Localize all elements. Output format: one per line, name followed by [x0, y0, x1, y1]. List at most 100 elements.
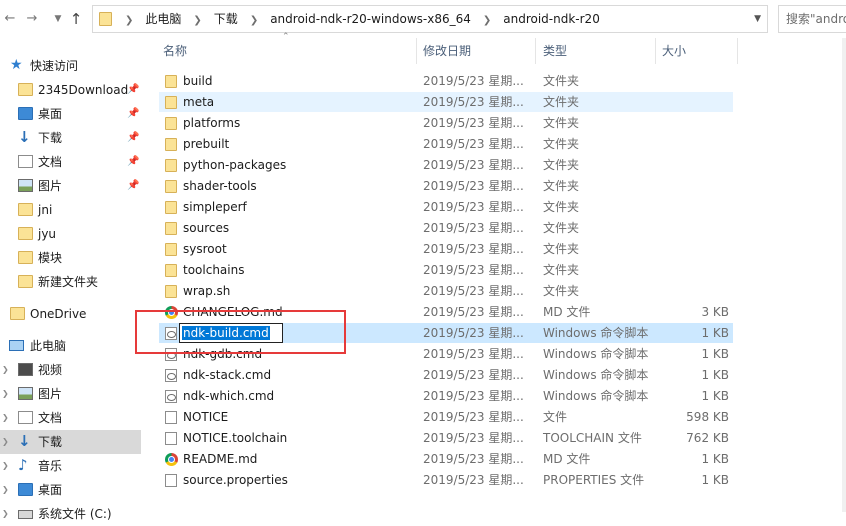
file-date: 2019/5/23 星期...	[423, 137, 524, 151]
breadcrumb: ❯ 此电脑 ❯ 下载 ❯ android-ndk-r20-windows-x86_64 ❯ a…	[113, 6, 600, 32]
folder-icon	[18, 275, 33, 288]
column-header-size[interactable]: 大小	[662, 38, 732, 64]
folder-icon	[18, 251, 33, 264]
sidebar-item-new-folder[interactable]: 新建文件夹	[0, 270, 141, 294]
folder-icon	[165, 201, 177, 214]
file-row[interactable]: shader-tools 2019/5/23 星期... 文件夹	[159, 176, 733, 196]
sidebar-item-onedrive[interactable]: OneDrive	[0, 302, 141, 326]
file-row[interactable]: ndk-stack.cmd 2019/5/23 星期... Windows 命令…	[159, 365, 733, 385]
chevron-right-icon[interactable]: ❯	[2, 358, 9, 382]
breadcrumb-item-ndk-folder[interactable]: android-ndk-r20	[503, 6, 600, 32]
pin-icon[interactable]: 📌	[127, 126, 139, 150]
sidebar-item-quick-access[interactable]: ★ 快速访问	[0, 54, 141, 78]
file-size: 1 KB	[701, 452, 729, 466]
file-name: meta	[183, 95, 215, 109]
sidebar-item-modules[interactable]: 模块	[0, 246, 141, 270]
column-divider[interactable]	[535, 38, 536, 64]
chevron-down-icon[interactable]: ▼	[754, 6, 761, 32]
pin-icon[interactable]: 📌	[127, 150, 139, 174]
sidebar-item-jyu[interactable]: jyu	[0, 222, 141, 246]
file-date: 2019/5/23 星期...	[423, 158, 524, 172]
navigation-pane: ★ 快速访问 2345Download 📌 桌面 📌 ↓ 下载 📌 文档 📌 图…	[0, 52, 141, 521]
file-row[interactable]: README.md 2019/5/23 星期... MD 文件 1 KB	[159, 449, 733, 469]
sidebar-item-pc-downloads[interactable]: ❯ ↓ 下载	[0, 430, 141, 454]
file-row[interactable]: NOTICE.toolchain 2019/5/23 星期... TOOLCHA…	[159, 428, 733, 448]
address-box[interactable]: ❯ 此电脑 ❯ 下载 ❯ android-ndk-r20-windows-x86_64 ❯ a…	[92, 5, 768, 33]
column-divider[interactable]	[416, 38, 417, 64]
file-row[interactable]: source.properties 2019/5/23 星期... PROPER…	[159, 470, 733, 490]
file-size: 762 KB	[686, 431, 729, 445]
folder-icon	[165, 222, 177, 235]
file-date: 2019/5/23 星期...	[423, 284, 524, 298]
chevron-right-icon[interactable]: ❯	[2, 382, 9, 406]
sidebar-item-videos[interactable]: ❯ 视频	[0, 358, 141, 382]
chevron-right-icon[interactable]: ❯	[471, 8, 503, 34]
pin-icon[interactable]: 📌	[127, 102, 139, 126]
file-size: 1 KB	[701, 326, 729, 340]
file-name: platforms	[183, 116, 241, 130]
file-row[interactable]: sources 2019/5/23 星期... 文件夹	[159, 218, 733, 238]
column-divider[interactable]	[655, 38, 656, 64]
chevron-down-icon[interactable]: ▼	[48, 9, 68, 29]
file-row[interactable]: wrap.sh 2019/5/23 星期... 文件夹	[159, 281, 733, 301]
file-row[interactable]: toolchains 2019/5/23 星期... 文件夹	[159, 260, 733, 280]
file-date: 2019/5/23 星期...	[423, 389, 524, 403]
up-arrow-icon[interactable]: ↑	[66, 9, 86, 29]
sidebar-item-system-drive[interactable]: ❯ 系统文件 (C:)	[0, 502, 141, 526]
pin-icon[interactable]: 📌	[127, 174, 139, 198]
chevron-right-icon[interactable]: ❯	[2, 454, 9, 478]
sidebar-item-documents[interactable]: 文档 📌	[0, 150, 141, 174]
file-row[interactable]: python-packages 2019/5/23 星期... 文件夹	[159, 155, 733, 175]
file-name: wrap.sh	[183, 284, 231, 298]
sidebar-item-jni[interactable]: jni	[0, 198, 141, 222]
chevron-right-icon[interactable]: ❯	[113, 8, 145, 34]
file-row[interactable]: sysroot 2019/5/23 星期... 文件夹	[159, 239, 733, 259]
file-name: source.properties	[183, 473, 288, 487]
file-date: 2019/5/23 星期...	[423, 74, 524, 88]
picture-icon	[18, 179, 33, 192]
file-row[interactable]: platforms 2019/5/23 星期... 文件夹	[159, 113, 733, 133]
file-row[interactable]: simpleperf 2019/5/23 星期... 文件夹	[159, 197, 733, 217]
sidebar-item-pc-desktop[interactable]: ❯ 桌面	[0, 478, 141, 502]
search-input[interactable]: 搜索"andro	[778, 5, 846, 33]
sidebar-item-desktop[interactable]: 桌面 📌	[0, 102, 141, 126]
breadcrumb-item-downloads[interactable]: 下载	[214, 6, 238, 32]
music-icon: ♪	[18, 456, 28, 474]
column-header-date[interactable]: 修改日期	[423, 38, 533, 64]
chevron-right-icon[interactable]: ❯	[2, 478, 9, 502]
vertical-scrollbar[interactable]	[842, 38, 846, 512]
column-header-type[interactable]: 类型	[543, 38, 653, 64]
file-size: 1 KB	[701, 473, 729, 487]
sidebar-item-2345download[interactable]: 2345Download 📌	[0, 78, 141, 102]
sidebar-item-pictures[interactable]: 图片 📌	[0, 174, 141, 198]
back-arrow-icon[interactable]: ←	[0, 9, 20, 29]
file-type: 文件夹	[543, 242, 580, 256]
file-type: 文件夹	[543, 179, 580, 193]
file-icon	[165, 474, 177, 487]
sidebar-item-music[interactable]: ❯ ♪ 音乐	[0, 454, 141, 478]
chevron-right-icon[interactable]: ❯	[2, 406, 9, 430]
file-name: ndk-stack.cmd	[183, 368, 272, 382]
column-header-name[interactable]: 名称	[163, 38, 413, 64]
file-icon	[165, 432, 177, 445]
breadcrumb-item-ndk-package[interactable]: android-ndk-r20-windows-x86_64	[270, 6, 471, 32]
file-row[interactable]: prebuilt 2019/5/23 星期... 文件夹	[159, 134, 733, 154]
breadcrumb-item-this-pc[interactable]: 此电脑	[145, 6, 181, 32]
file-row[interactable]: meta 2019/5/23 星期... 文件夹	[159, 92, 733, 112]
chevron-right-icon[interactable]: ❯	[2, 430, 9, 454]
chevron-right-icon[interactable]: ❯	[2, 502, 9, 526]
file-row[interactable]: build 2019/5/23 星期... 文件夹	[159, 71, 733, 91]
forward-arrow-icon[interactable]: →	[22, 9, 42, 29]
sidebar-item-pc-pictures[interactable]: ❯ 图片	[0, 382, 141, 406]
sidebar-item-pc-documents[interactable]: ❯ 文档	[0, 406, 141, 430]
sidebar-item-this-pc[interactable]: 此电脑	[0, 334, 141, 358]
file-icon	[165, 411, 177, 424]
chevron-right-icon[interactable]: ❯	[181, 8, 213, 34]
pin-icon[interactable]: 📌	[127, 78, 139, 102]
column-divider[interactable]	[737, 38, 738, 64]
chevron-right-icon[interactable]: ❯	[238, 8, 270, 34]
sidebar-item-downloads[interactable]: ↓ 下载 📌	[0, 126, 141, 150]
file-row[interactable]: ndk-which.cmd 2019/5/23 星期... Windows 命令…	[159, 386, 733, 406]
file-row[interactable]: NOTICE 2019/5/23 星期... 文件 598 KB	[159, 407, 733, 427]
file-date: 2019/5/23 星期...	[423, 326, 524, 340]
